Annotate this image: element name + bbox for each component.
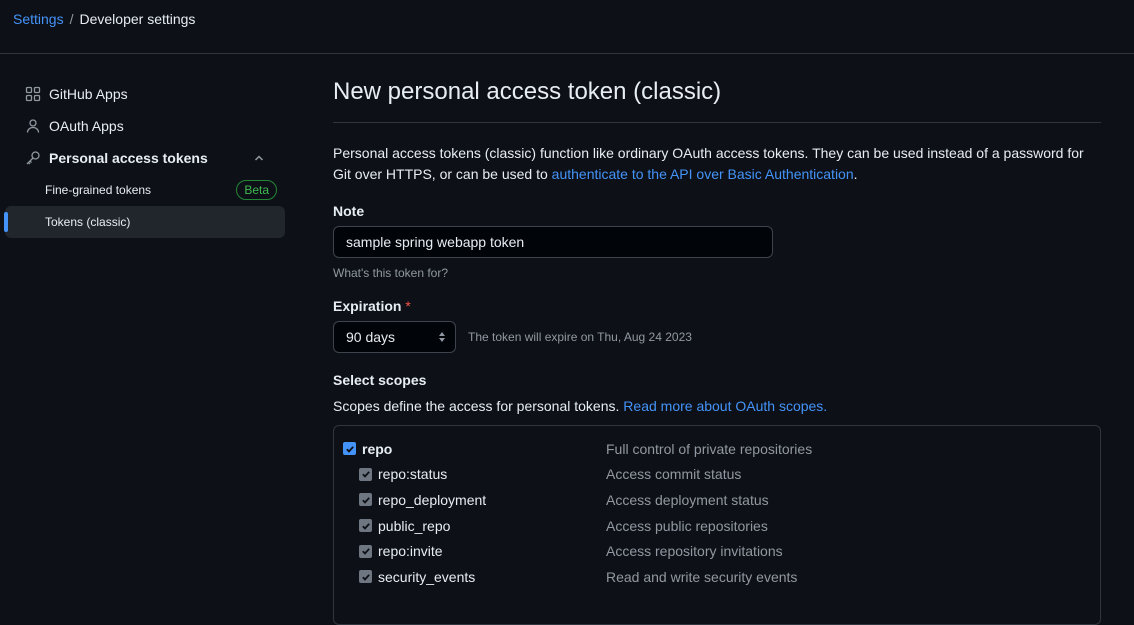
scope-row-security-events: security_events Read and write security e…: [334, 564, 1100, 590]
expiration-select-value: 90 days: [346, 329, 396, 345]
scope-name: repo_deployment: [378, 491, 487, 508]
scope-checkbox-cell: [334, 442, 362, 456]
breadcrumb-separator: /: [69, 11, 74, 27]
oauth-scopes-link[interactable]: Read more about OAuth scopes.: [623, 398, 827, 414]
intro-end: .: [853, 166, 858, 182]
scope-row-repo-deployment: repo_deployment Access deployment status: [334, 487, 1100, 513]
scope-name: public_repo: [378, 517, 451, 534]
sidebar-item-label: OAuth Apps: [49, 118, 124, 134]
sidebar-subitem-tokens-classic[interactable]: Tokens (classic): [4, 206, 285, 238]
scope-checkbox-cell: [334, 467, 378, 481]
breadcrumb-settings-link[interactable]: Settings: [13, 11, 64, 27]
person-icon: [25, 118, 41, 134]
intro-text: Personal access tokens (classic) functio…: [333, 143, 1101, 185]
scope-row-public-repo: public_repo Access public repositories: [334, 513, 1100, 539]
scope-name: repo:invite: [378, 543, 443, 560]
select-scopes-label: Select scopes: [333, 372, 427, 388]
main-content: New personal access token (classic) Pers…: [333, 78, 1101, 625]
select-caret-icon: [436, 330, 448, 344]
expiration-row: 90 days The token will expire on Thu, Au…: [333, 321, 1101, 353]
scope-description: Access public repositories: [606, 517, 768, 534]
expiration-label: Expiration *: [333, 298, 1101, 314]
breadcrumb-current: Developer settings: [79, 11, 196, 27]
scope-checkbox-cell: [334, 493, 378, 507]
scope-name: security_events: [378, 568, 476, 585]
beta-badge: Beta: [236, 180, 277, 200]
scope-row-repo: repo Full control of private repositories: [334, 436, 1100, 462]
note-input-value: sample spring webapp token: [346, 234, 525, 250]
scope-description: Access commit status: [606, 466, 742, 483]
scope-description: Access deployment status: [606, 491, 769, 508]
scope-checkbox[interactable]: [359, 467, 372, 481]
scope-description: Access repository invitations: [606, 543, 783, 560]
scope-name: repo: [362, 440, 393, 457]
key-icon: [25, 150, 41, 166]
scope-description: Read and write security events: [606, 568, 798, 585]
expiration-label-text: Expiration: [333, 298, 402, 314]
sidebar-subitem-label: Tokens (classic): [45, 215, 131, 229]
chevron-up-icon[interactable]: [253, 152, 265, 164]
note-label: Note: [333, 203, 365, 219]
note-input[interactable]: sample spring webapp token: [333, 226, 773, 258]
scope-checkbox[interactable]: [359, 519, 372, 533]
scope-checkbox-cell: [334, 570, 378, 584]
sidebar-item-label: Personal access tokens: [49, 150, 208, 166]
scope-checkbox[interactable]: [359, 570, 372, 584]
scope-checkbox-cell: [334, 544, 378, 558]
scope-checkbox[interactable]: [343, 442, 356, 456]
sidebar: GitHub Apps OAuth Apps Personal access t…: [0, 78, 290, 238]
sidebar-item-personal-access-tokens[interactable]: Personal access tokens: [5, 142, 285, 174]
scope-checkbox-cell: [334, 519, 378, 533]
expiration-select[interactable]: 90 days: [333, 321, 456, 353]
scope-checkbox[interactable]: [359, 493, 372, 507]
scope-row-repo-invite: repo:invite Access repository invitations: [334, 538, 1100, 564]
scope-checkbox[interactable]: [359, 544, 372, 558]
scope-description: Full control of private repositories: [606, 440, 813, 457]
scopes-list: repo Full control of private repositories…: [333, 425, 1101, 625]
required-marker: *: [405, 298, 411, 314]
scopes-description: Scopes define the access for personal to…: [333, 398, 1101, 414]
expiration-note: The token will expire on Thu, Aug 24 202…: [468, 330, 692, 344]
note-hint: What's this token for?: [333, 266, 449, 280]
scope-row-repo-status: repo:status Access commit status: [334, 462, 1100, 488]
sidebar-item-github-apps[interactable]: GitHub Apps: [5, 78, 285, 110]
page-title: New personal access token (classic): [333, 78, 1101, 123]
basic-auth-link[interactable]: authenticate to the API over Basic Authe…: [552, 166, 854, 182]
sidebar-item-label: GitHub Apps: [49, 86, 128, 102]
apps-icon: [25, 86, 41, 102]
sidebar-subitem-fine-grained-tokens[interactable]: Fine-grained tokens Beta: [5, 174, 285, 206]
scopes-desc-text: Scopes define the access for personal to…: [333, 398, 620, 414]
sidebar-item-oauth-apps[interactable]: OAuth Apps: [5, 110, 285, 142]
top-bar: Settings / Developer settings: [0, 0, 1134, 54]
scope-name: repo:status: [378, 466, 448, 483]
sidebar-subitem-label: Fine-grained tokens: [45, 183, 152, 197]
